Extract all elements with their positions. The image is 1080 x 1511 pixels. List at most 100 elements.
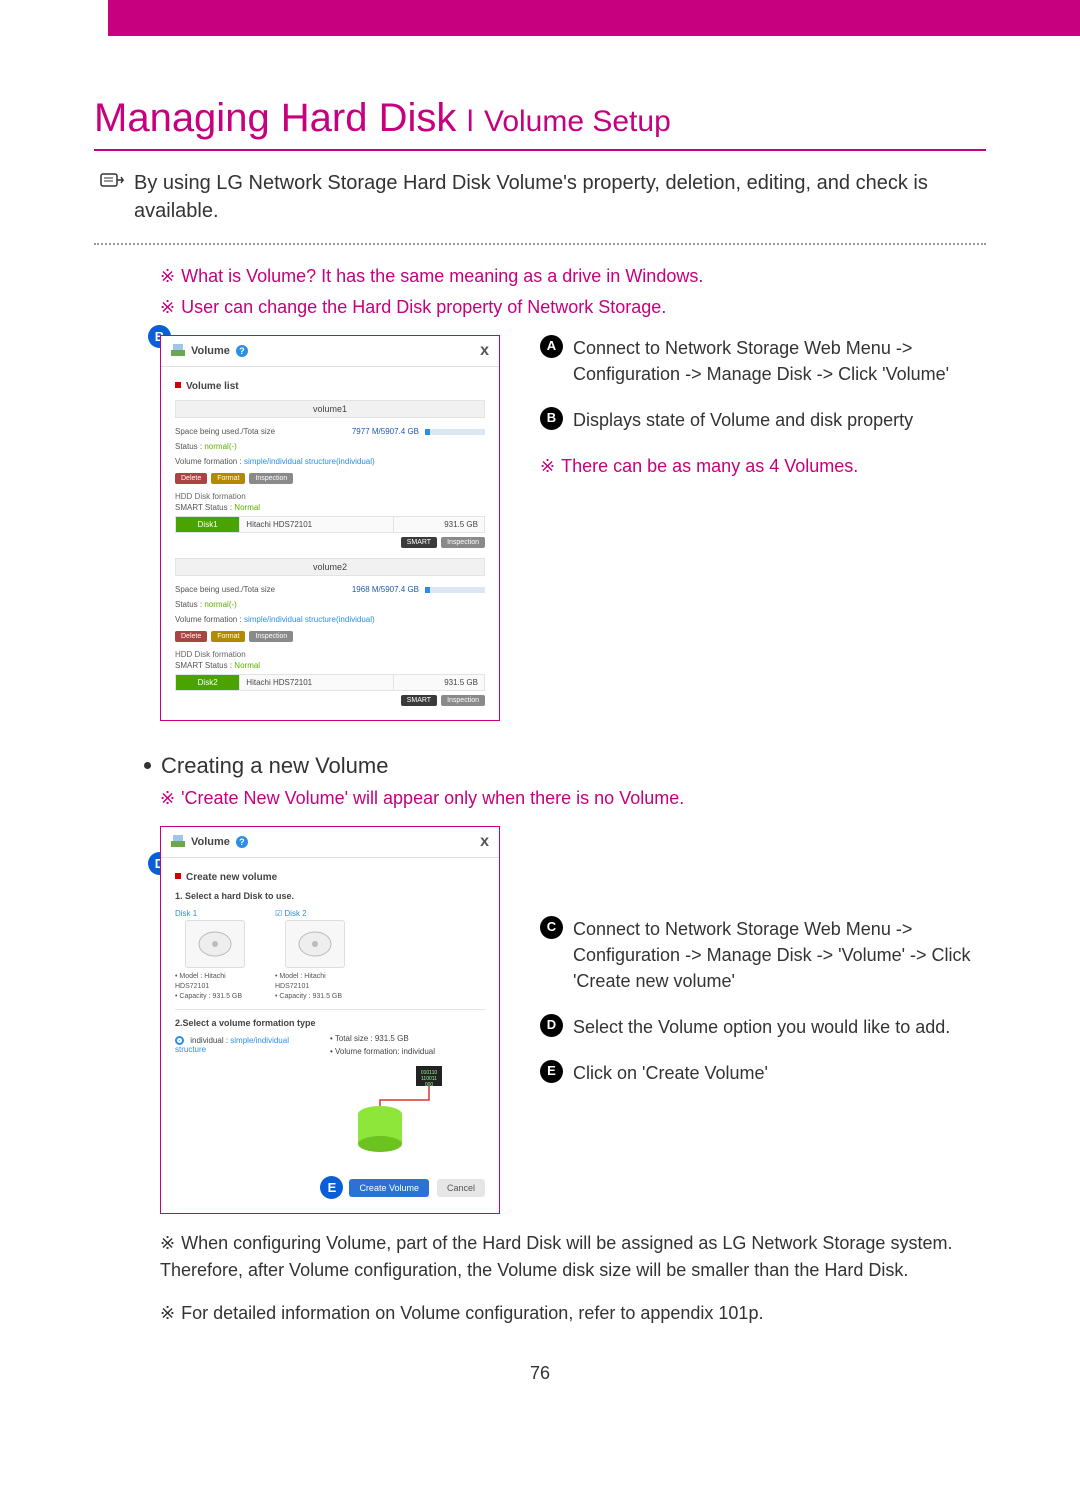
screenshot2-row: D Volume ? x Create new volume 1. Select…: [160, 826, 986, 1214]
formation-option[interactable]: individual : simple/individual structure: [175, 1034, 316, 1054]
page-title: Managing Hard Disk: [94, 96, 456, 140]
callout-b: B Displays state of Volume and disk prop…: [540, 407, 986, 433]
window-titlebar: Volume ? x: [161, 336, 499, 367]
window-title: Volume: [191, 345, 230, 357]
screenshot2-wrap: D Volume ? x Create new volume 1. Select…: [160, 826, 500, 1214]
create-volume-button[interactable]: Create Volume: [349, 1179, 429, 1197]
volume2-smart-controls: SMART Inspection: [175, 695, 485, 706]
table-row: Disk2 Hitachi HDS72101 931.5 GB: [176, 675, 485, 691]
footnote-configuring: ※When configuring Volume, part of the Ha…: [160, 1230, 986, 1284]
disk-select-row: Disk 1 • Model : Hitachi HDS72101 • Capa…: [175, 909, 485, 1001]
page-content: Managing Hard Disk l Volume Setup By usi…: [0, 96, 1080, 1424]
volume-formation: • Volume formation: individual: [330, 1047, 485, 1056]
creating-heading: Creating a new Volume: [144, 753, 986, 779]
help-icon[interactable]: ?: [236, 836, 248, 848]
volume1-space-row: Space being used./Tota size 7977 M/5907.…: [175, 424, 485, 439]
formation-row: individual : simple/individual structure…: [175, 1034, 485, 1162]
screenshot1-callouts: A Connect to Network Storage Web Menu ->…: [540, 335, 986, 479]
volume2-formation-row: Volume formation : simple/individual str…: [175, 612, 485, 627]
volume2-header: volume2: [175, 558, 485, 576]
delete-button[interactable]: Delete: [175, 473, 207, 484]
badge-e-icon: E: [540, 1060, 563, 1083]
window-title: Volume: [191, 836, 230, 848]
volume1-status-row: Status : normal(-): [175, 439, 485, 454]
format-button[interactable]: Format: [211, 631, 245, 642]
volume2-smart-row: SMART Status : Normal: [175, 661, 485, 670]
total-size: • Total size : 931.5 GB: [330, 1034, 485, 1043]
volume-icon: [171, 344, 185, 359]
badge-c-icon: C: [540, 916, 563, 939]
radio-icon: [175, 1036, 184, 1045]
bullet-icon: [175, 873, 181, 879]
reference-mark-icon: ※: [540, 456, 555, 476]
volume1-smart-row: SMART Status : Normal: [175, 503, 485, 512]
pointer-icon: [100, 171, 126, 199]
reference-mark-icon: ※: [160, 1303, 175, 1323]
volume1-disk-table: Disk1 Hitachi HDS72101 931.5 GB: [175, 516, 485, 533]
top-accent-bar: [108, 0, 1080, 36]
badge-e-icon: E: [320, 1176, 343, 1199]
note-user-can-change: ※User can change the Hard Disk property …: [160, 294, 986, 321]
reference-mark-icon: ※: [160, 297, 175, 317]
volume1-hdd-label: HDD Disk formation: [175, 492, 485, 501]
disk1-label: Disk 1: [175, 909, 255, 918]
formation-details: • Total size : 931.5 GB • Volume formati…: [330, 1034, 485, 1162]
volume2-disk-table: Disk2 Hitachi HDS72101 931.5 GB: [175, 674, 485, 691]
hdd-icon: [285, 920, 345, 968]
intro-paragraph: By using LG Network Storage Hard Disk Vo…: [94, 169, 986, 225]
smart-button[interactable]: SMART: [401, 695, 437, 706]
page-subtitle: Volume Setup: [484, 105, 671, 138]
usage-bar: [425, 587, 485, 593]
volume1-smart-controls: SMART Inspection: [175, 537, 485, 548]
callout-c: C Connect to Network Storage Web Menu ->…: [540, 916, 986, 994]
divider: [175, 1009, 485, 1010]
inspection-button[interactable]: Inspection: [441, 695, 485, 706]
badge-a-icon: A: [540, 335, 563, 358]
creating-note: ※'Create New Volume' will appear only wh…: [160, 785, 986, 812]
volume1-action-row: Delete Format Inspection: [175, 473, 485, 484]
inspection-button[interactable]: Inspection: [249, 631, 293, 642]
help-icon[interactable]: ?: [236, 345, 248, 357]
volume2-space-row: Space being used./Tota size 1968 M/5907.…: [175, 582, 485, 597]
disk1-card[interactable]: Disk 1 • Model : Hitachi HDS72101 • Capa…: [175, 909, 255, 1001]
usage-bar: [425, 429, 485, 435]
title-separator: l: [467, 105, 474, 138]
table-row: Disk1 Hitachi HDS72101 931.5 GB: [176, 517, 485, 533]
step1-heading: 1. Select a hard Disk to use.: [175, 891, 485, 901]
disk2-card[interactable]: ☑ Disk 2 • Model : Hitachi HDS72101 • Ca…: [275, 909, 355, 1001]
intro-text: By using LG Network Storage Hard Disk Vo…: [134, 172, 928, 222]
inspection-button[interactable]: Inspection: [249, 473, 293, 484]
disk1-model: • Model : Hitachi HDS72101: [175, 972, 255, 992]
inspection-button[interactable]: Inspection: [441, 537, 485, 548]
screenshot2-callouts: C Connect to Network Storage Web Menu ->…: [540, 826, 986, 1106]
reference-mark-icon: ※: [160, 266, 175, 286]
volume-list-window: Volume ? x Volume list volume1 Space bei…: [160, 335, 500, 721]
screenshot1-wrap: B Volume ? x Volume list volu: [160, 335, 500, 721]
close-icon[interactable]: x: [480, 342, 489, 360]
step2-heading: 2.Select a volume formation type: [175, 1018, 485, 1028]
close-icon[interactable]: x: [480, 833, 489, 851]
note-what-is-volume: ※What is Volume? It has the same meaning…: [160, 263, 986, 290]
screenshot1-row: B Volume ? x Volume list volu: [160, 335, 986, 721]
volume2-status-row: Status : normal(-): [175, 597, 485, 612]
callout-a: A Connect to Network Storage Web Menu ->…: [540, 335, 986, 387]
reference-mark-icon: ※: [160, 1233, 175, 1253]
smart-button[interactable]: SMART: [401, 537, 437, 548]
badge-d-icon: D: [540, 1014, 563, 1037]
hdd-icon: [185, 920, 245, 968]
cancel-button[interactable]: Cancel: [437, 1179, 485, 1197]
create-volume-footer: E Create Volume Cancel: [175, 1176, 485, 1199]
callout-volumes-note: ※There can be as many as 4 Volumes.: [540, 453, 986, 479]
format-button[interactable]: Format: [211, 473, 245, 484]
volume1-formation-row: Volume formation : simple/individual str…: [175, 454, 485, 469]
volume2-action-row: Delete Format Inspection: [175, 631, 485, 642]
volume2-hdd-label: HDD Disk formation: [175, 650, 485, 659]
volume1-header: volume1: [175, 400, 485, 418]
delete-button[interactable]: Delete: [175, 631, 207, 642]
create-volume-window: Volume ? x Create new volume 1. Select a…: [160, 826, 500, 1214]
volume-diagram-icon: 010110 110011 000: [330, 1066, 485, 1158]
window-titlebar: Volume ? x: [161, 827, 499, 858]
volume-list-heading: Volume list: [175, 381, 485, 392]
volume-icon: [171, 835, 185, 850]
callout-e: E Click on 'Create Volume': [540, 1060, 986, 1086]
